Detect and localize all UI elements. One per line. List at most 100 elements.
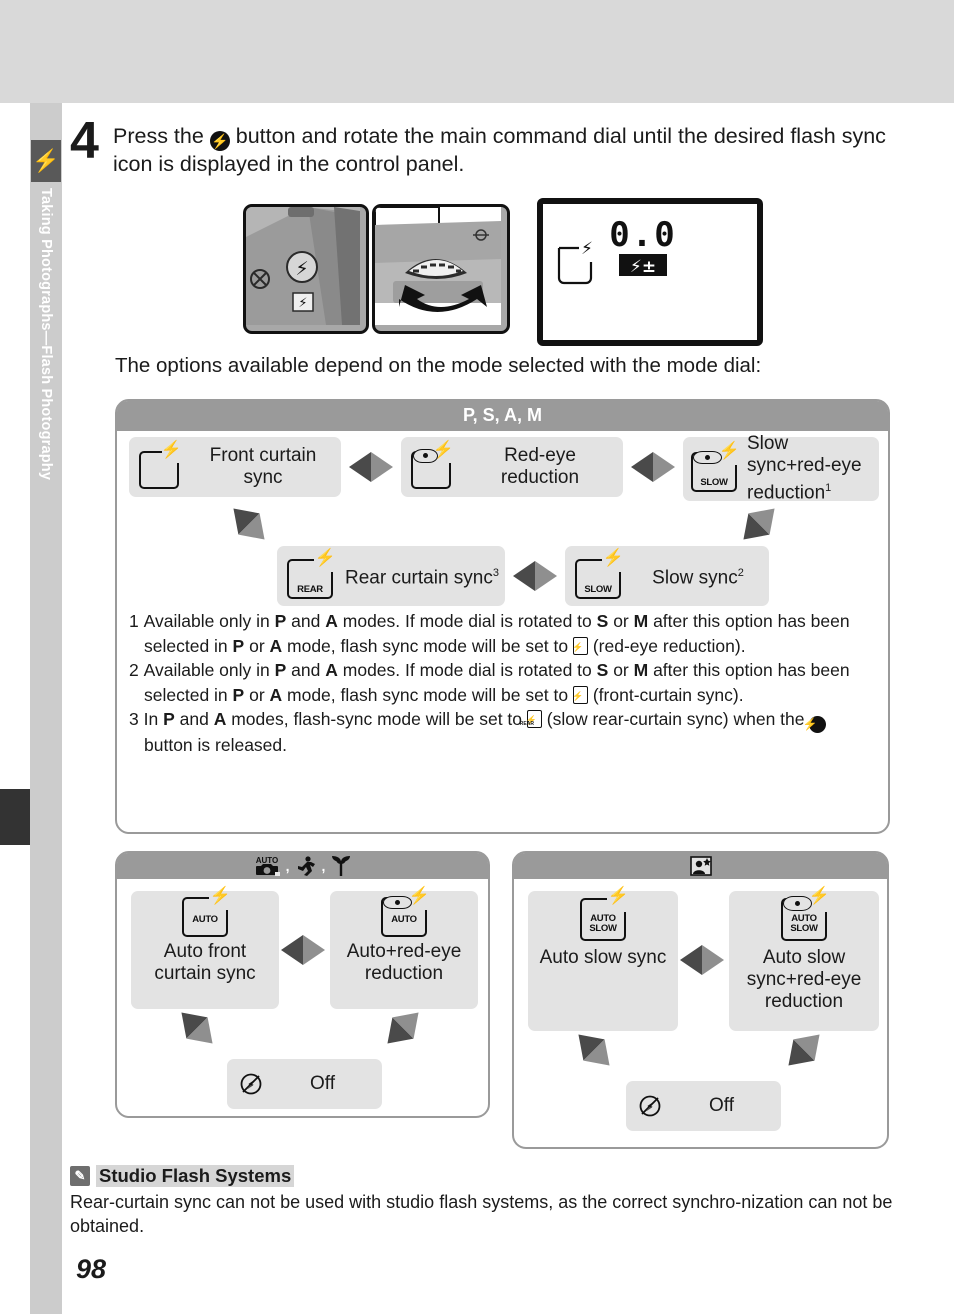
slow-rear-curtain-sync-icon: ⚡ REAR [520, 710, 542, 728]
arrow-off-to-auto-redeye [377, 1002, 429, 1054]
footnote-1: 1 Available only in P and A modes. If mo… [129, 611, 850, 656]
night-panel-header [514, 853, 887, 879]
auto-camera-icon: AUTO [253, 855, 281, 877]
command-dial-drawing [375, 207, 501, 325]
mode-separator: , [321, 858, 326, 874]
chapter-label-text: Taking Photographs—Flash Photography [38, 188, 54, 481]
night-portrait-mode-panel: ⚡ AUTO SLOW Auto slow sync ⚡ AUTO SLOW A… [512, 851, 889, 1149]
svg-text:⚡: ⚡ [581, 239, 593, 259]
studio-note-title: Studio Flash Systems [96, 1165, 295, 1187]
option-label-text: Slow sync+red-eye reduction [747, 433, 862, 504]
lcd-display-drawing: 0.0 ⚡± ⚡ [543, 204, 745, 328]
arrow-front-to-redeye [349, 452, 393, 482]
step-instruction: Press the ⚡ button and rotate the main c… [113, 123, 900, 178]
auto-red-eye-reduction-icon: ⚡ AUTO [381, 887, 430, 937]
auto-front-curtain-sync-icon: ⚡ AUTO [182, 887, 231, 937]
flash-bolt-icon: ⚡ [31, 140, 61, 182]
step-text-before: Press the [113, 124, 210, 148]
option-label: Off [310, 1073, 335, 1094]
option-label-text: Slow sync [652, 567, 738, 589]
svg-text:⚡: ⚡ [295, 258, 308, 280]
option-label: Slow sync+red-eye reduction1 [741, 433, 879, 504]
auto-slow-sync-red-eye-reduction-icon: ⚡ AUTO SLOW [781, 887, 830, 941]
icon-tag: AUTO [192, 914, 218, 926]
camera-flash-button-photo: ⚡ ⚡ [243, 204, 369, 334]
step-number: 4 [70, 112, 99, 170]
rear-curtain-sync-icon: ⚡ REAR [287, 549, 336, 599]
arrow-off-to-autoslow-redeye [778, 1024, 830, 1076]
option-label: Auto front curtain sync [154, 941, 256, 984]
option-label: Off [709, 1095, 734, 1116]
slow-sync-icon: ⚡ SLOW [575, 549, 624, 599]
control-panel-lcd: 0.0 ⚡± ⚡ [537, 198, 763, 346]
svg-text:AUTO: AUTO [255, 856, 278, 865]
arrow-auto-front-to-redeye [281, 935, 325, 965]
option-slow-sync[interactable]: ⚡ SLOW Slow sync2 [565, 546, 769, 606]
option-auto-red-eye-reduction[interactable]: ⚡ AUTO Auto+red-eye reduction [330, 887, 478, 1009]
option-label: Front curtain sync [209, 445, 317, 488]
icon-tag: REAR [297, 584, 323, 596]
svg-text:⚡: ⚡ [298, 296, 307, 311]
option-label: Slow sync2 [627, 562, 769, 589]
icon-tag-line2: SLOW [790, 923, 818, 934]
icon-tag: SLOW [700, 477, 728, 489]
option-label: Auto+red-eye reduction [346, 941, 462, 984]
option-auto-front-curtain-sync[interactable]: ⚡ AUTO Auto front curtain sync [131, 887, 279, 1009]
night-portrait-mode-icon [689, 856, 712, 876]
flash-mode-button-icon: ⚡ [803, 716, 827, 733]
red-eye-reduction-icon: ⚡ [572, 636, 588, 655]
slow-sync-red-eye-reduction-icon: ⚡ SLOW [691, 442, 740, 492]
psam-footnotes: 1 Available only in P and A modes. If mo… [129, 609, 878, 758]
footnote-number: 2 [129, 660, 139, 680]
auto-slow-sync-icon: ⚡ AUTO SLOW [580, 887, 629, 941]
close-up-mode-icon [330, 855, 352, 877]
option-auto-slow-sync-red-eye-reduction[interactable]: ⚡ AUTO SLOW Auto slow sync+red-eye reduc… [729, 887, 879, 1031]
footnote-number: 1 [129, 611, 139, 631]
footnote-ref: 2 [737, 567, 744, 580]
icon-tag: AUTO SLOW [581, 914, 625, 934]
option-rear-curtain-sync[interactable]: ⚡ REAR Rear curtain sync3 [277, 546, 505, 606]
icon-tag: SLOW [584, 584, 612, 596]
flash-off-icon: ⚡ [239, 1072, 263, 1096]
main-command-dial-photo [372, 204, 510, 334]
footnote-ref: 1 [825, 482, 832, 495]
arrow-off-to-autoslow [568, 1024, 620, 1076]
front-curtain-sync-icon: ⚡ [572, 685, 588, 704]
page-number: 98 [76, 1254, 107, 1284]
studio-flash-note: ✎ Studio Flash Systems Rear-curtain sync… [70, 1165, 900, 1238]
studio-note-body: Rear-curtain sync can not be used with s… [70, 1192, 893, 1236]
arrow-off-to-auto-front [171, 1002, 223, 1054]
sports-mode-icon [295, 855, 317, 877]
psam-mode-panel: P, S, A, M ⚡ Front curtain sync ⚡ Red-ey… [115, 399, 890, 834]
option-label: Auto slow sync [539, 947, 667, 968]
option-slow-sync-red-eye-reduction[interactable]: ⚡ SLOW Slow sync+red-eye reduction1 [683, 433, 879, 504]
option-flash-off[interactable]: ⚡ Off [626, 1081, 781, 1131]
option-front-curtain-sync[interactable]: ⚡ Front curtain sync [129, 437, 341, 497]
auto-panel-header: AUTO , , [117, 853, 488, 879]
pencil-note-icon: ✎ [70, 1166, 90, 1186]
psam-panel-header: P, S, A, M [117, 401, 888, 431]
arrow-rear-to-front [223, 498, 275, 550]
footnote-ref: 3 [492, 567, 499, 580]
red-eye-reduction-icon: ⚡ [411, 441, 454, 489]
svg-text:⚡±: ⚡± [630, 257, 656, 277]
arrow-rear-to-slow [513, 561, 557, 591]
arrow-autoslow-to-autoslow-redeye [680, 945, 724, 975]
option-flash-off[interactable]: ⚡ Off [227, 1059, 382, 1109]
option-red-eye-reduction[interactable]: ⚡ Red-eye reduction [401, 437, 623, 497]
arrow-redeye-to-slowredeye [631, 452, 675, 482]
option-label: Rear curtain sync3 [339, 562, 505, 589]
option-label-text: Rear curtain sync [345, 567, 493, 589]
svg-text:0.0: 0.0 [609, 215, 676, 255]
arrow-slow-to-slowredeye [733, 498, 785, 550]
option-auto-slow-sync[interactable]: ⚡ AUTO SLOW Auto slow sync [528, 887, 678, 1031]
footnote-3: 3 In P and A modes, flash-sync mode will… [129, 707, 878, 758]
option-label: Red-eye reduction [500, 445, 580, 488]
footnote-number: 3 [129, 709, 139, 729]
step-block: 4 Press the ⚡ button and rotate the main… [70, 115, 900, 178]
step-text-after: button and rotate the main command dial … [113, 124, 886, 176]
section-edge-tab [0, 789, 30, 845]
intro-sentence: The options available depend on the mode… [115, 354, 762, 377]
page-top-band [0, 0, 954, 103]
option-label: Auto slow sync+red-eye reduction [746, 947, 862, 1012]
